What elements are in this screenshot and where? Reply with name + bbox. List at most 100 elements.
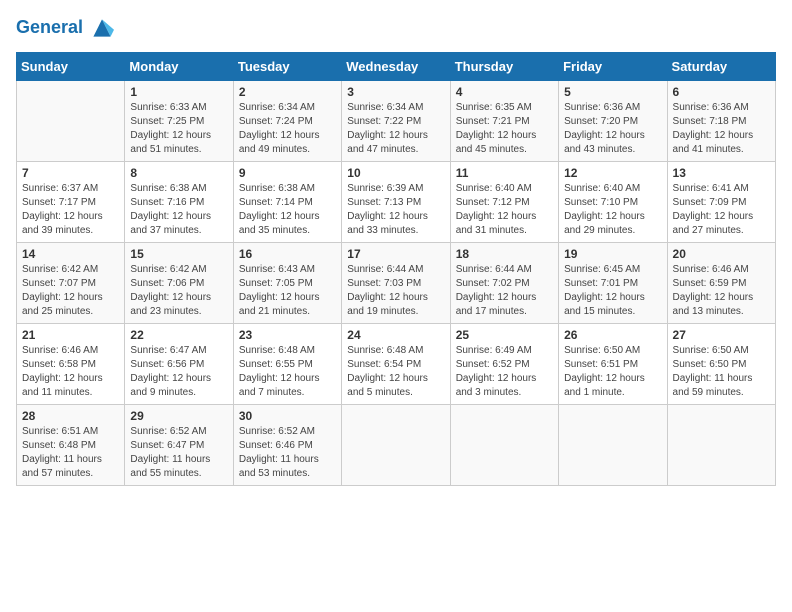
calendar-cell: 23 Sunrise: 6:48 AMSunset: 6:55 PMDayligh… — [233, 324, 341, 405]
header-day-tuesday: Tuesday — [233, 53, 341, 81]
day-info: Sunrise: 6:52 AMSunset: 6:46 PMDaylight:… — [239, 425, 336, 481]
day-number: 13 — [673, 166, 770, 180]
day-number: 3 — [347, 85, 444, 99]
calendar-cell: 20 Sunrise: 6:46 AMSunset: 6:59 PMDayligh… — [667, 243, 775, 324]
week-row-4: 28 Sunrise: 6:51 AMSunset: 6:48 PMDayligh… — [17, 405, 776, 486]
day-number: 18 — [456, 247, 553, 261]
day-number: 24 — [347, 328, 444, 342]
calendar-cell: 21 Sunrise: 6:46 AMSunset: 6:58 PMDayligh… — [17, 324, 125, 405]
day-info: Sunrise: 6:45 AMSunset: 7:01 PMDaylight:… — [564, 263, 661, 319]
day-info: Sunrise: 6:41 AMSunset: 7:09 PMDaylight:… — [673, 182, 770, 238]
calendar-cell: 17 Sunrise: 6:44 AMSunset: 7:03 PMDayligh… — [342, 243, 450, 324]
header-row: SundayMondayTuesdayWednesdayThursdayFrid… — [17, 53, 776, 81]
day-number: 23 — [239, 328, 336, 342]
day-info: Sunrise: 6:36 AMSunset: 7:20 PMDaylight:… — [564, 101, 661, 157]
day-info: Sunrise: 6:42 AMSunset: 7:07 PMDaylight:… — [22, 263, 119, 319]
calendar-cell: 28 Sunrise: 6:51 AMSunset: 6:48 PMDayligh… — [17, 405, 125, 486]
calendar-cell: 30 Sunrise: 6:52 AMSunset: 6:46 PMDayligh… — [233, 405, 341, 486]
day-number: 10 — [347, 166, 444, 180]
calendar-cell: 2Sunrise: 6:34 AMSunset: 7:24 PMDaylight… — [233, 81, 341, 162]
day-number: 4 — [456, 85, 553, 99]
calendar-cell: 25 Sunrise: 6:49 AMSunset: 6:52 PMDayligh… — [450, 324, 558, 405]
calendar-cell — [667, 405, 775, 486]
day-number: 21 — [22, 328, 119, 342]
header-day-saturday: Saturday — [667, 53, 775, 81]
calendar-cell: 12 Sunrise: 6:40 AMSunset: 7:10 PMDayligh… — [559, 162, 667, 243]
day-info: Sunrise: 6:51 AMSunset: 6:48 PMDaylight:… — [22, 425, 119, 481]
day-number: 22 — [130, 328, 227, 342]
day-info: Sunrise: 6:48 AMSunset: 6:54 PMDaylight:… — [347, 344, 444, 400]
day-number: 20 — [673, 247, 770, 261]
day-number: 28 — [22, 409, 119, 423]
day-info: Sunrise: 6:33 AMSunset: 7:25 PMDaylight:… — [130, 101, 227, 157]
calendar-cell — [342, 405, 450, 486]
calendar-cell: 15 Sunrise: 6:42 AMSunset: 7:06 PMDayligh… — [125, 243, 233, 324]
day-info: Sunrise: 6:44 AMSunset: 7:02 PMDaylight:… — [456, 263, 553, 319]
day-number: 27 — [673, 328, 770, 342]
day-info: Sunrise: 6:37 AMSunset: 7:17 PMDaylight:… — [22, 182, 119, 238]
calendar-cell: 5Sunrise: 6:36 AMSunset: 7:20 PMDaylight… — [559, 81, 667, 162]
calendar-cell: 16 Sunrise: 6:43 AMSunset: 7:05 PMDayligh… — [233, 243, 341, 324]
calendar-cell: 6Sunrise: 6:36 AMSunset: 7:18 PMDaylight… — [667, 81, 775, 162]
calendar-cell: 29 Sunrise: 6:52 AMSunset: 6:47 PMDayligh… — [125, 405, 233, 486]
day-info: Sunrise: 6:34 AMSunset: 7:22 PMDaylight:… — [347, 101, 444, 157]
day-info: Sunrise: 6:48 AMSunset: 6:55 PMDaylight:… — [239, 344, 336, 400]
day-number: 16 — [239, 247, 336, 261]
calendar-cell: 11Sunrise: 6:40 AMSunset: 7:12 PMDayligh… — [450, 162, 558, 243]
week-row-0: 1 Sunrise: 6:33 AMSunset: 7:25 PMDaylight… — [17, 81, 776, 162]
calendar-cell: 10 Sunrise: 6:39 AMSunset: 7:13 PMDayligh… — [342, 162, 450, 243]
page-header: General — [16, 16, 776, 40]
day-number: 26 — [564, 328, 661, 342]
logo: General — [16, 16, 114, 40]
day-info: Sunrise: 6:49 AMSunset: 6:52 PMDaylight:… — [456, 344, 553, 400]
calendar-cell: 26 Sunrise: 6:50 AMSunset: 6:51 PMDayligh… — [559, 324, 667, 405]
day-number: 12 — [564, 166, 661, 180]
header-day-wednesday: Wednesday — [342, 53, 450, 81]
calendar-cell: 24 Sunrise: 6:48 AMSunset: 6:54 PMDayligh… — [342, 324, 450, 405]
day-info: Sunrise: 6:50 AMSunset: 6:51 PMDaylight:… — [564, 344, 661, 400]
day-info: Sunrise: 6:43 AMSunset: 7:05 PMDaylight:… — [239, 263, 336, 319]
week-row-3: 21 Sunrise: 6:46 AMSunset: 6:58 PMDayligh… — [17, 324, 776, 405]
calendar-body: 1 Sunrise: 6:33 AMSunset: 7:25 PMDaylight… — [17, 81, 776, 486]
day-number: 9 — [239, 166, 336, 180]
day-info: Sunrise: 6:38 AMSunset: 7:14 PMDaylight:… — [239, 182, 336, 238]
calendar-cell: 3 Sunrise: 6:34 AMSunset: 7:22 PMDaylight… — [342, 81, 450, 162]
day-info: Sunrise: 6:46 AMSunset: 6:58 PMDaylight:… — [22, 344, 119, 400]
day-info: Sunrise: 6:42 AMSunset: 7:06 PMDaylight:… — [130, 263, 227, 319]
calendar-cell — [17, 81, 125, 162]
day-info: Sunrise: 6:52 AMSunset: 6:47 PMDaylight:… — [130, 425, 227, 481]
calendar-cell: 9 Sunrise: 6:38 AMSunset: 7:14 PMDaylight… — [233, 162, 341, 243]
calendar-cell: 18 Sunrise: 6:44 AMSunset: 7:02 PMDayligh… — [450, 243, 558, 324]
day-info: Sunrise: 6:44 AMSunset: 7:03 PMDaylight:… — [347, 263, 444, 319]
week-row-1: 7Sunrise: 6:37 AMSunset: 7:17 PMDaylight… — [17, 162, 776, 243]
day-info: Sunrise: 6:40 AMSunset: 7:10 PMDaylight:… — [564, 182, 661, 238]
day-info: Sunrise: 6:39 AMSunset: 7:13 PMDaylight:… — [347, 182, 444, 238]
calendar-cell: 7Sunrise: 6:37 AMSunset: 7:17 PMDaylight… — [17, 162, 125, 243]
day-info: Sunrise: 6:35 AMSunset: 7:21 PMDaylight:… — [456, 101, 553, 157]
calendar-cell: 14Sunrise: 6:42 AMSunset: 7:07 PMDayligh… — [17, 243, 125, 324]
day-number: 19 — [564, 247, 661, 261]
calendar-cell: 1 Sunrise: 6:33 AMSunset: 7:25 PMDaylight… — [125, 81, 233, 162]
calendar-cell: 27 Sunrise: 6:50 AMSunset: 6:50 PMDayligh… — [667, 324, 775, 405]
day-number: 29 — [130, 409, 227, 423]
day-info: Sunrise: 6:34 AMSunset: 7:24 PMDaylight:… — [239, 101, 336, 157]
day-info: Sunrise: 6:50 AMSunset: 6:50 PMDaylight:… — [673, 344, 770, 400]
header-day-monday: Monday — [125, 53, 233, 81]
calendar-header: SundayMondayTuesdayWednesdayThursdayFrid… — [17, 53, 776, 81]
day-number: 8 — [130, 166, 227, 180]
day-number: 25 — [456, 328, 553, 342]
calendar-cell: 13 Sunrise: 6:41 AMSunset: 7:09 PMDayligh… — [667, 162, 775, 243]
day-number: 30 — [239, 409, 336, 423]
day-number: 15 — [130, 247, 227, 261]
header-day-sunday: Sunday — [17, 53, 125, 81]
calendar-cell: 4 Sunrise: 6:35 AMSunset: 7:21 PMDaylight… — [450, 81, 558, 162]
calendar-table: SundayMondayTuesdayWednesdayThursdayFrid… — [16, 52, 776, 486]
logo-icon — [90, 16, 114, 40]
day-number: 1 — [130, 85, 227, 99]
day-number: 17 — [347, 247, 444, 261]
day-info: Sunrise: 6:46 AMSunset: 6:59 PMDaylight:… — [673, 263, 770, 319]
calendar-cell: 8Sunrise: 6:38 AMSunset: 7:16 PMDaylight… — [125, 162, 233, 243]
day-number: 6 — [673, 85, 770, 99]
calendar-cell — [450, 405, 558, 486]
calendar-cell — [559, 405, 667, 486]
